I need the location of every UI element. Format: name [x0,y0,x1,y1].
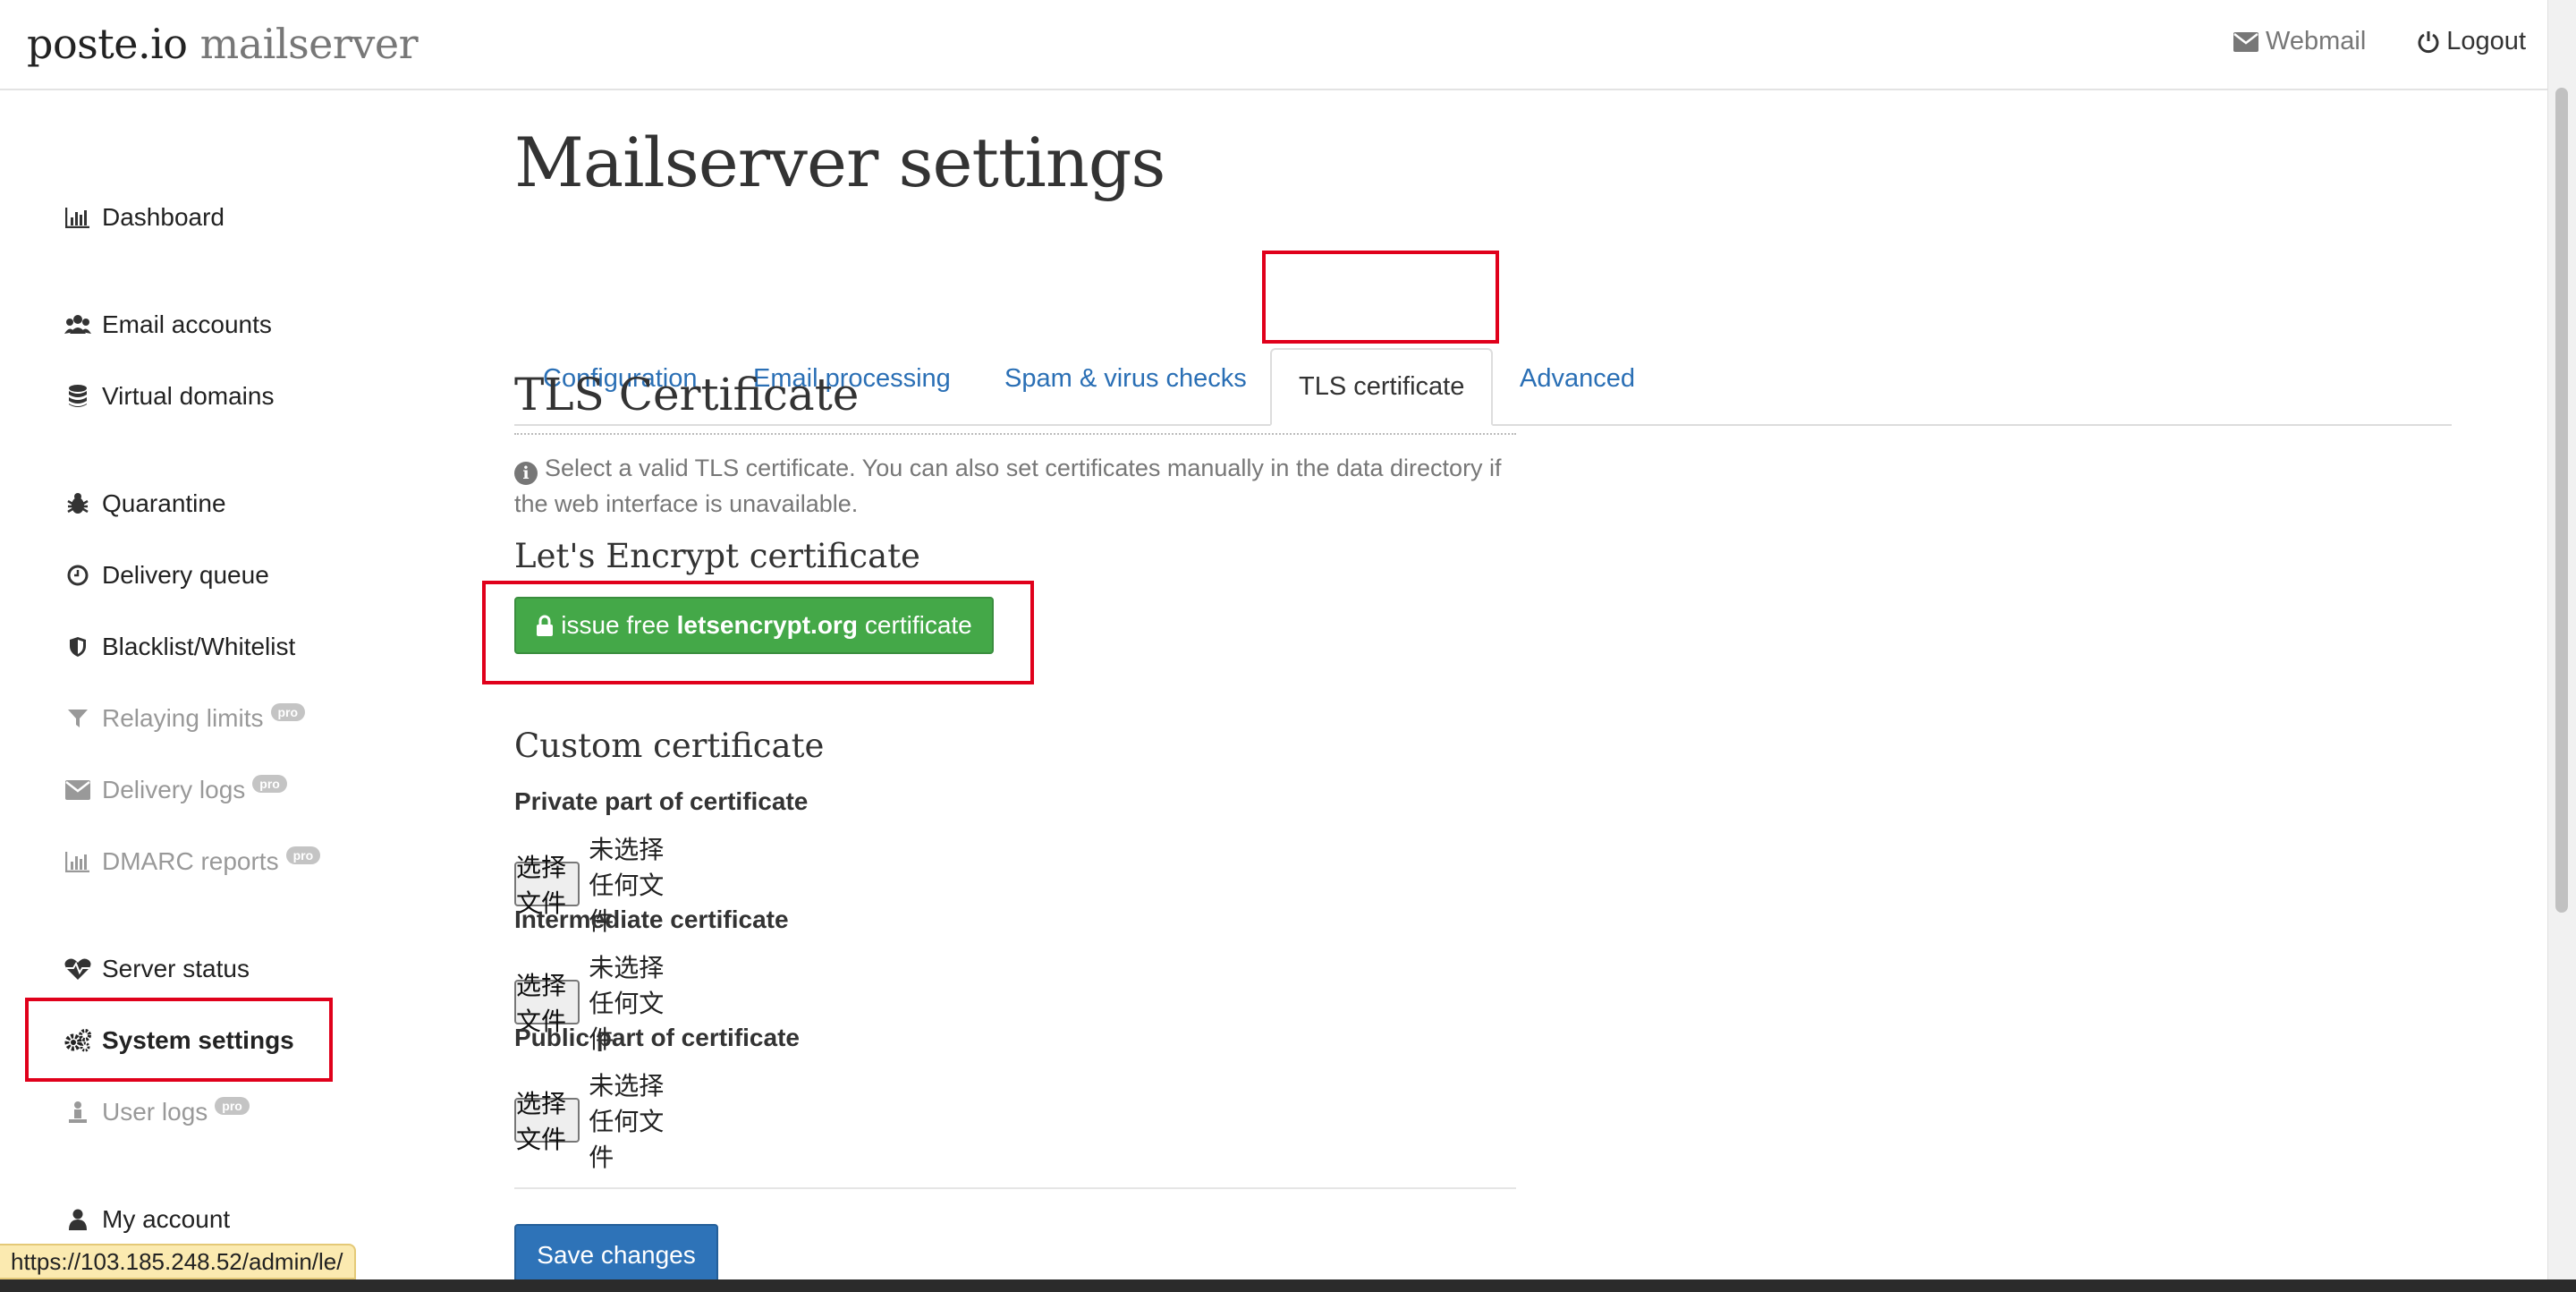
power-icon [2418,30,2439,53]
bar-chart-icon [64,848,91,875]
shield-icon [64,633,91,660]
envelope-icon [64,777,91,803]
clock-icon [64,562,91,589]
custom-certificate-title: Custom certificate [514,727,825,765]
database-icon [64,383,91,410]
choose-file-button[interactable]: 选择文件 [514,1090,580,1153]
sidebar-item-blacklist-whitelist[interactable]: Blacklist/Whitelist [64,629,295,665]
info-icon: i [514,462,538,485]
brand-sub: mailserver [199,20,419,68]
private-cert-label: Private part of certificate [514,787,809,815]
envelope-icon [2233,31,2259,52]
tab-spam-virus-checks[interactable]: Spam & virus checks [1004,364,1247,394]
highlight-letsencrypt-button [482,581,1034,684]
vertical-scrollbar[interactable] [2547,0,2576,1279]
pro-badge: pro [215,1097,250,1115]
pro-badge: pro [285,846,321,864]
highlight-system-settings [25,998,333,1082]
sidebar-item-label: Relaying limits [102,704,264,732]
section-divider [514,433,1516,435]
sidebar-item-label: Email accounts [102,310,272,338]
tab-tls-certificate[interactable]: TLS certificate [1270,348,1494,426]
sidebar-item-label: User logs [102,1098,208,1126]
sidebar-item-relaying-limits[interactable]: Relaying limits pro [64,701,306,736]
section-title: TLS Certificate [514,369,860,421]
help-text-content: Select a valid TLS certificate. You can … [514,455,1502,517]
brand-logo[interactable]: poste.io mailserver [27,20,419,68]
pro-badge: pro [252,775,287,793]
scrollbar-thumb[interactable] [2555,88,2568,913]
sidebar: Dashboard Email accounts Virtual domains… [0,90,501,1292]
bug-icon [64,490,91,517]
filter-icon [64,705,91,732]
sidebar-item-dashboard[interactable]: Dashboard [64,200,225,235]
sidebar-item-virtual-domains[interactable]: Virtual domains [64,378,274,414]
bar-chart-icon [64,204,91,231]
status-url-bar: https://103.185.248.52/admin/le/ [0,1244,356,1279]
tab-advanced[interactable]: Advanced [1520,364,1635,394]
help-text: i Select a valid TLS certificate. You can… [514,450,1516,522]
sidebar-item-my-account[interactable]: My account [64,1202,230,1237]
sidebar-item-label: My account [102,1205,231,1233]
highlight-tls-tab [1262,251,1499,344]
intermediate-cert-label: Intermediate certificate [514,905,789,933]
users-icon [64,311,91,338]
webmail-label: Webmail [2266,27,2367,55]
sidebar-item-label: Delivery logs [102,776,246,803]
window-bottom-edge [0,1279,2576,1292]
brand-main: poste.io [27,20,188,68]
user-log-icon [64,1099,91,1126]
letsencrypt-title: Let's Encrypt certificate [514,537,920,575]
sidebar-item-label: DMARC reports [102,847,279,875]
public-cert-label: Public part of certificate [514,1024,800,1051]
user-icon [64,1206,91,1233]
sidebar-item-label: Delivery queue [102,561,269,589]
pro-badge: pro [270,703,306,721]
sidebar-item-delivery-queue[interactable]: Delivery queue [64,557,269,593]
sidebar-item-quarantine[interactable]: Quarantine [64,486,226,522]
choose-file-button[interactable]: 选择文件 [514,854,580,917]
public-cert-file-input[interactable]: 选择文件 未选择任何文件 [514,1067,676,1174]
logout-link[interactable]: Logout [2418,27,2526,56]
sidebar-item-email-accounts[interactable]: Email accounts [64,307,272,343]
sidebar-item-user-logs[interactable]: User logs pro [64,1094,250,1130]
logout-label: Logout [2446,27,2526,55]
page-title: Mailserver settings [514,123,1165,202]
sidebar-item-label: Dashboard [102,203,225,231]
choose-file-button[interactable]: 选择文件 [514,972,580,1035]
webmail-link[interactable]: Webmail [2233,27,2366,56]
sidebar-item-label: Virtual domains [102,382,275,410]
sidebar-item-delivery-logs[interactable]: Delivery logs pro [64,772,287,808]
file-status: 未选择任何文件 [589,1072,665,1171]
sidebar-item-label: Blacklist/Whitelist [102,633,296,660]
sidebar-item-label: Quarantine [102,489,226,517]
save-changes-button[interactable]: Save changes [514,1224,718,1287]
sidebar-item-server-status[interactable]: Server status [64,951,250,987]
sidebar-item-label: Server status [102,955,250,982]
top-navbar: poste.io mailserver Webmail Logout [0,0,2547,90]
sidebar-item-dmarc-reports[interactable]: DMARC reports pro [64,844,321,880]
heartbeat-icon [64,956,91,982]
form-divider [514,1187,1516,1189]
